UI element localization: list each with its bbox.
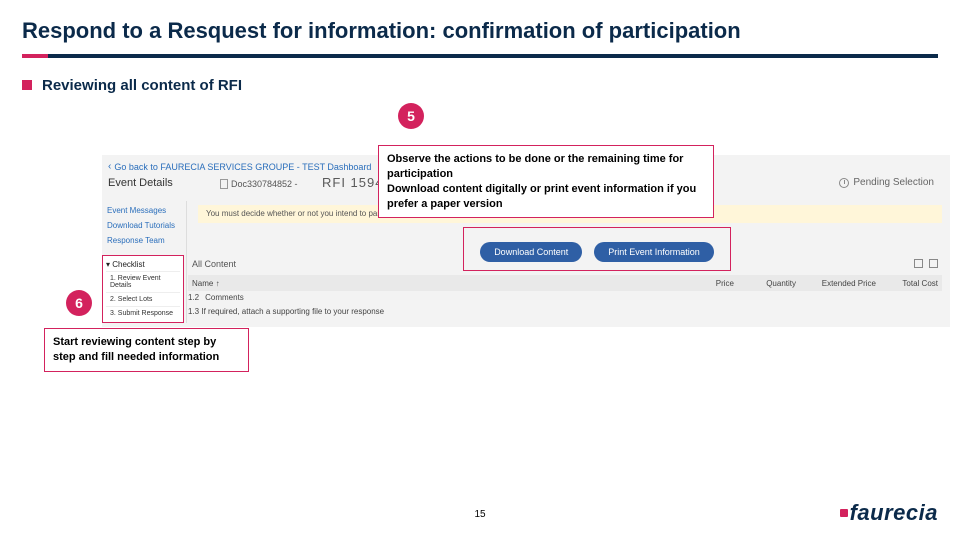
col-ext-price: Extended Price bbox=[796, 279, 876, 288]
clock-icon bbox=[839, 178, 849, 188]
all-content-label: All Content bbox=[192, 259, 236, 269]
export-icon[interactable] bbox=[929, 259, 938, 268]
col-qty: Quantity bbox=[734, 279, 796, 288]
chevron-left-icon: ‹ bbox=[108, 161, 111, 172]
callout5-line2: Download content digitally or print even… bbox=[387, 182, 705, 212]
row-index: 1.2 bbox=[188, 293, 199, 302]
page-number: 15 bbox=[0, 509, 960, 520]
left-nav: Event Messages Download Tutorials Respon… bbox=[102, 203, 184, 248]
col-price: Price bbox=[672, 279, 734, 288]
step-badge-6: 6 bbox=[66, 290, 92, 316]
document-label: Doc330784852 - bbox=[220, 179, 298, 189]
rfi-name: RFI 1594 bbox=[322, 175, 383, 190]
print-event-info-button[interactable]: Print Event Information bbox=[594, 242, 714, 262]
callout-step-6: Start reviewing content step by step and… bbox=[44, 328, 249, 372]
document-icon bbox=[220, 179, 228, 189]
download-content-button[interactable]: Download Content bbox=[480, 242, 582, 262]
checklist-title: ▾ Checklist bbox=[106, 258, 180, 271]
checklist-item-2[interactable]: 2. Select Lots bbox=[106, 292, 180, 306]
slide-title: Respond to a Resquest for information: c… bbox=[0, 0, 960, 54]
brand-logo: faurecia bbox=[840, 500, 938, 526]
callout-step-5: Observe the actions to be done or the re… bbox=[378, 145, 714, 218]
content-grid-header: Name ↑ Price Quantity Extended Price Tot… bbox=[188, 275, 942, 291]
brand-name: faurecia bbox=[850, 500, 938, 526]
title-underline bbox=[22, 54, 938, 58]
step-badge-5: 5 bbox=[398, 103, 424, 129]
col-name[interactable]: Name ↑ bbox=[192, 279, 412, 288]
callout5-line1: Observe the actions to be done or the re… bbox=[387, 152, 705, 182]
status-pending: Pending Selection bbox=[839, 177, 934, 188]
subhead-row: Reviewing all content of RFI bbox=[0, 72, 960, 98]
grid-tools bbox=[914, 259, 938, 268]
checklist-item-3[interactable]: 3. Submit Response bbox=[106, 306, 180, 320]
checklist-item-1[interactable]: 1. Review Event Details bbox=[106, 271, 180, 292]
back-link[interactable]: ‹ Go back to FAURECIA SERVICES GROUPE - … bbox=[108, 161, 371, 172]
back-link-text: Go back to FAURECIA SERVICES GROUPE - TE… bbox=[114, 162, 371, 172]
checklist-panel: ▾ Checklist 1. Review Event Details 2. S… bbox=[102, 255, 184, 323]
nav-event-messages[interactable]: Event Messages bbox=[102, 203, 184, 218]
grid-icon[interactable] bbox=[914, 259, 923, 268]
square-bullet-icon bbox=[22, 80, 32, 90]
row-label: Comments bbox=[205, 293, 244, 302]
action-area: Download Content Print Event Information bbox=[367, 225, 827, 271]
download-buttons-highlight: Download Content Print Event Information bbox=[463, 227, 731, 271]
status-pending-text: Pending Selection bbox=[853, 177, 934, 188]
nav-response-team[interactable]: Response Team bbox=[102, 233, 184, 248]
vertical-divider bbox=[186, 201, 187, 323]
subhead-text: Reviewing all content of RFI bbox=[42, 77, 242, 94]
table-row: 1.2 Comments bbox=[188, 293, 244, 302]
nav-download-tutorials[interactable]: Download Tutorials bbox=[102, 218, 184, 233]
document-id: Doc330784852 - bbox=[231, 179, 298, 189]
event-details-heading: Event Details bbox=[108, 177, 173, 189]
brand-dot-icon bbox=[840, 509, 848, 517]
col-total: Total Cost bbox=[876, 279, 938, 288]
table-row: 1.3 If required, attach a supporting fil… bbox=[188, 307, 384, 316]
